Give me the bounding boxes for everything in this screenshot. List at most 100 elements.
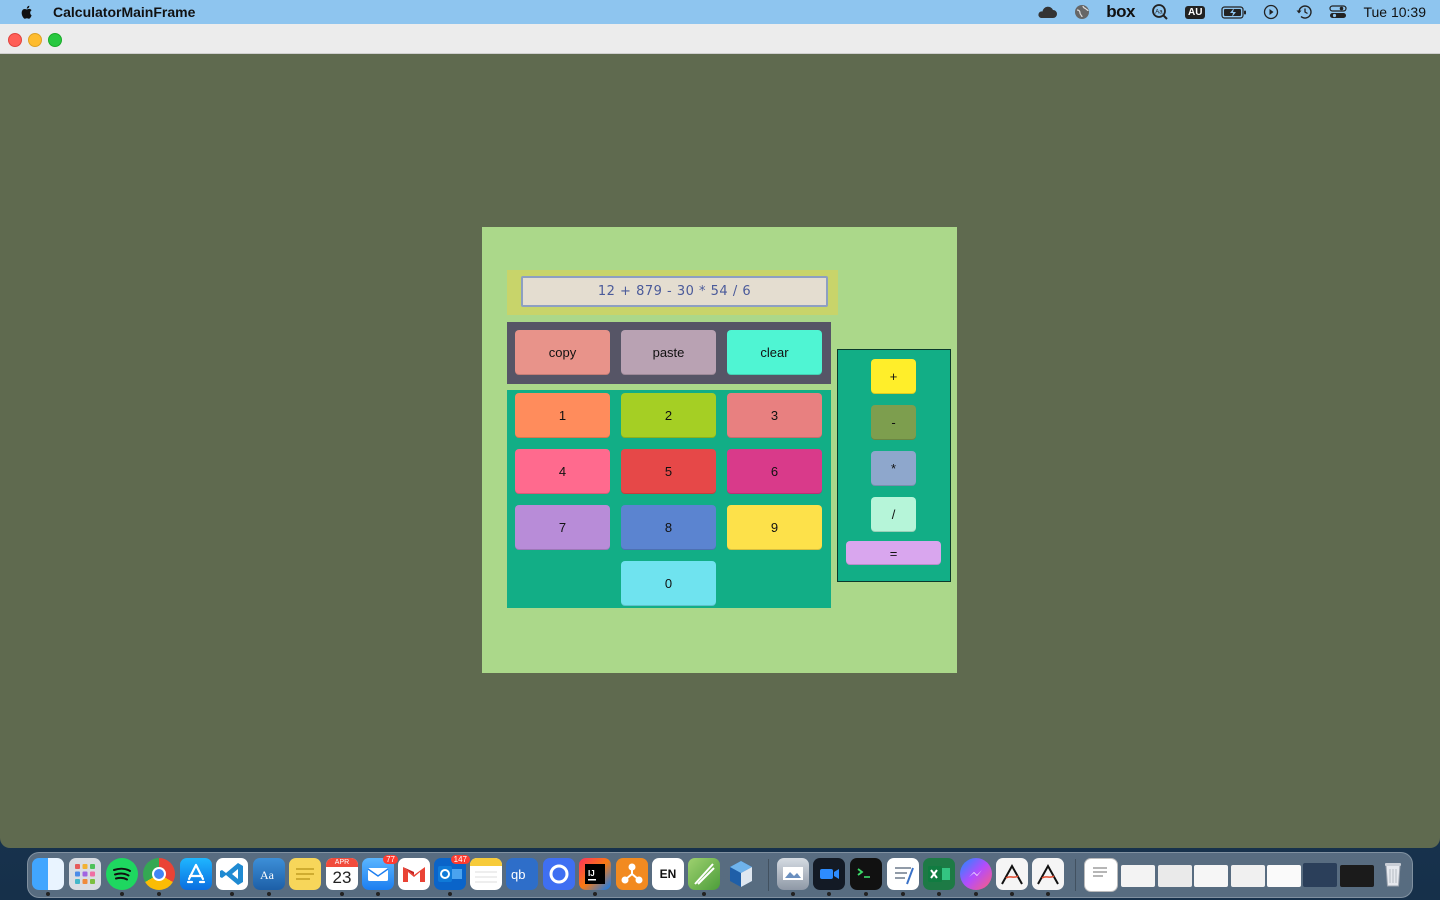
digit-0-button[interactable]: 0	[621, 561, 716, 606]
mail-icon[interactable]: 77	[362, 855, 398, 890]
plus-button[interactable]: +	[871, 359, 916, 394]
virtualbox-icon[interactable]	[725, 858, 757, 890]
digit-8-button[interactable]: 8	[621, 505, 716, 550]
zoom-running-dot	[827, 892, 831, 896]
vscode-running-dot	[230, 892, 234, 896]
zoom-icon[interactable]	[813, 858, 845, 890]
finder-running-dot	[46, 892, 50, 896]
dock: Aa APR 23 77 147 qb IJ EN	[27, 852, 1413, 898]
java-icon[interactable]	[996, 858, 1028, 890]
app-store-icon[interactable]	[180, 858, 212, 890]
globe-icon[interactable]	[1074, 0, 1090, 24]
chrome-running-dot	[157, 892, 161, 896]
display-frame: 12 + 879 - 30 * 54 / 6	[507, 270, 838, 315]
time-machine-icon[interactable]	[1295, 0, 1313, 24]
trash-icon[interactable]	[1377, 858, 1409, 890]
battery-icon[interactable]	[1221, 0, 1247, 24]
file-merge-running-dot	[702, 892, 706, 896]
calculator-panel: 12 + 879 - 30 * 54 / 6 copy paste clear …	[482, 227, 957, 673]
terminal-running-dot	[864, 892, 868, 896]
dictionary-running-dot	[267, 892, 271, 896]
script-editor-icon[interactable]	[887, 858, 919, 890]
utility-button-panel: copy paste clear	[507, 322, 831, 384]
launchpad-icon[interactable]	[69, 858, 101, 890]
dictionary-icon[interactable]: Aa	[1151, 0, 1169, 24]
divide-button[interactable]: /	[871, 497, 916, 532]
window-thumb-icon-7[interactable]	[1340, 865, 1374, 887]
minimize-window-button[interactable]	[28, 33, 42, 47]
au-icon[interactable]: AU	[1185, 0, 1206, 24]
script-editor-running-dot	[901, 892, 905, 896]
calendar-running-dot	[340, 892, 344, 896]
window-thumb-icon-4[interactable]	[1231, 865, 1265, 887]
preview-icon[interactable]	[777, 858, 809, 890]
notes-icon[interactable]	[470, 858, 502, 890]
expression-display[interactable]: 12 + 879 - 30 * 54 / 6	[521, 276, 828, 307]
intellij-running-dot	[593, 892, 597, 896]
stickies-icon[interactable]	[289, 858, 321, 890]
messenger-icon[interactable]	[960, 858, 992, 890]
spotify-running-dot	[120, 892, 124, 896]
multiply-button[interactable]: *	[871, 451, 916, 486]
arc-icon[interactable]	[543, 858, 575, 890]
file-merge-icon[interactable]	[688, 858, 720, 890]
cloud-icon[interactable]	[1036, 0, 1058, 24]
window-thumb-icon-2[interactable]	[1158, 865, 1192, 887]
input-source-icon[interactable]: EN	[652, 858, 684, 890]
outlook-icon[interactable]: 147	[434, 855, 470, 890]
calendar-day: 23	[332, 868, 352, 887]
finder-icon[interactable]	[32, 858, 64, 890]
digit-1-button[interactable]: 1	[515, 393, 610, 438]
digit-5-button[interactable]: 5	[621, 449, 716, 494]
digit-7-button[interactable]: 7	[515, 505, 610, 550]
dictionary-app-icon[interactable]: Aa	[253, 858, 285, 890]
copy-button[interactable]: copy	[515, 330, 610, 375]
apple-menu-icon[interactable]	[18, 3, 36, 21]
window-thumb-icon[interactable]	[1121, 865, 1155, 887]
excel-icon[interactable]	[923, 858, 955, 890]
chrome-icon[interactable]	[143, 858, 175, 890]
svg-text:Aa: Aa	[260, 868, 275, 882]
equals-button[interactable]: =	[846, 541, 941, 565]
java-running-dot	[1010, 892, 1014, 896]
svg-text:Aa: Aa	[1155, 10, 1163, 16]
dock-separator-2	[1075, 859, 1076, 891]
document-icon[interactable]	[1084, 858, 1118, 892]
clear-button[interactable]: clear	[727, 330, 822, 375]
window-thumb-icon-3[interactable]	[1194, 865, 1228, 887]
dock-separator	[768, 859, 769, 891]
menu-bar: CalculatorMainFrame box Aa AU Tue 10:39	[0, 0, 1440, 24]
calendar-icon[interactable]: APR 23	[326, 858, 358, 890]
play-icon[interactable]	[1263, 0, 1279, 24]
app-window: 12 + 879 - 30 * 54 / 6 copy paste clear …	[0, 24, 1440, 848]
digit-4-button[interactable]: 4	[515, 449, 610, 494]
control-center-icon[interactable]	[1329, 0, 1348, 24]
intellij-icon[interactable]: IJ	[579, 858, 611, 890]
menu-clock[interactable]: Tue 10:39	[1363, 4, 1426, 20]
spotify-icon[interactable]	[106, 858, 138, 890]
app-title[interactable]: CalculatorMainFrame	[53, 4, 195, 20]
minus-button[interactable]: -	[871, 405, 916, 440]
box-icon[interactable]: box	[1106, 0, 1135, 24]
java-icon-2[interactable]	[1032, 858, 1064, 890]
window-thumb-icon-6[interactable]	[1303, 863, 1337, 887]
java-2-running-dot	[1046, 892, 1050, 896]
digit-3-button[interactable]: 3	[727, 393, 822, 438]
digit-6-button[interactable]: 6	[727, 449, 822, 494]
sublime-merge-icon[interactable]	[616, 858, 648, 890]
qbittorrent-icon[interactable]: qb	[506, 858, 538, 890]
preview-running-dot	[791, 892, 795, 896]
terminal-icon[interactable]	[850, 858, 882, 890]
svg-text:IJ: IJ	[588, 869, 595, 878]
gmail-icon[interactable]	[398, 858, 430, 890]
window-titlebar[interactable]	[0, 24, 1440, 54]
window-thumb-icon-5[interactable]	[1267, 865, 1301, 887]
zoom-window-button[interactable]	[48, 33, 62, 47]
digit-9-button[interactable]: 9	[727, 505, 822, 550]
mail-badge: 77	[383, 855, 398, 864]
excel-running-dot	[937, 892, 941, 896]
close-window-button[interactable]	[8, 33, 22, 47]
vscode-icon[interactable]	[216, 858, 248, 890]
digit-2-button[interactable]: 2	[621, 393, 716, 438]
paste-button[interactable]: paste	[621, 330, 716, 375]
